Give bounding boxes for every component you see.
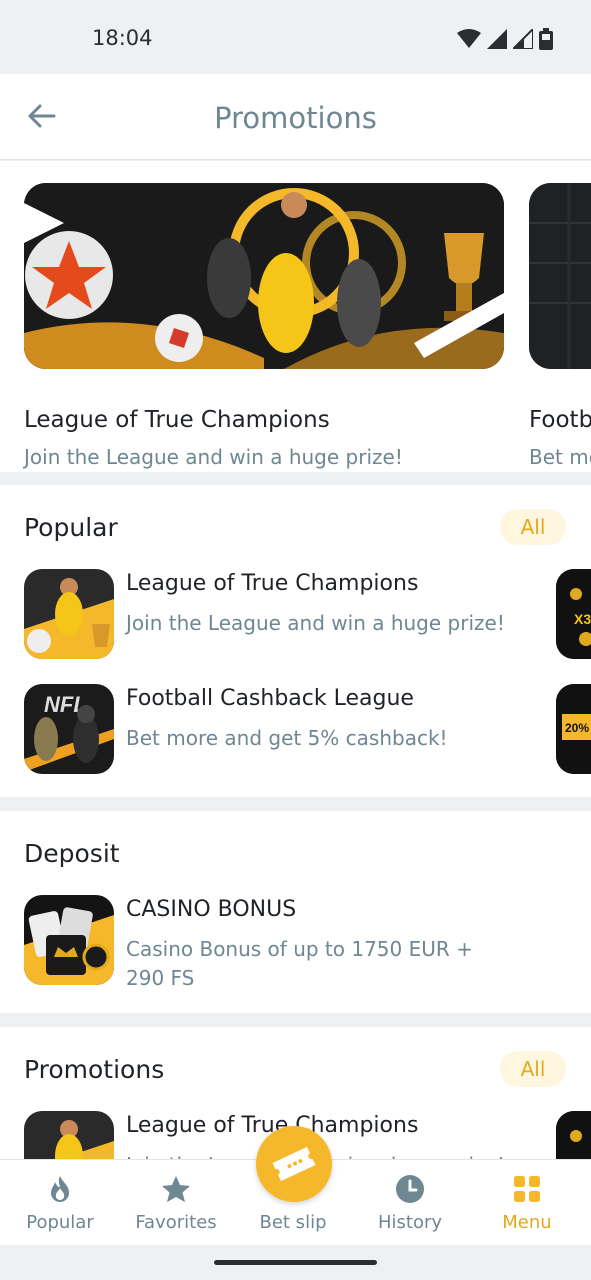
status-icons [457, 26, 553, 52]
banner-carousel[interactable]: League of True Champions Join the League… [0, 161, 591, 472]
list-item[interactable]: NFL Football Cashback League Bet more an… [24, 684, 591, 776]
content-scroll[interactable]: League of True Champions Join the League… [0, 161, 591, 1159]
app-header: Promotions [0, 74, 591, 160]
banner-card[interactable]: League of True Champions Join the League… [24, 183, 504, 469]
nav-label: Menu [502, 1212, 552, 1233]
banner-title: League of True Champions [24, 407, 330, 433]
promo-thumbnail: NFL [24, 684, 114, 774]
battery-icon [539, 28, 553, 50]
nav-menu[interactable]: Menu [472, 1160, 582, 1246]
nav-popular[interactable]: Popular [5, 1160, 115, 1246]
section-heading: Popular [24, 513, 118, 542]
nav-label: Favorites [135, 1212, 217, 1233]
page-title: Promotions [214, 101, 377, 135]
nav-history[interactable]: History [355, 1160, 465, 1246]
section-heading: Promotions [24, 1055, 165, 1084]
deposit-section: Deposit CASINO BONUS Casino Bonus of up … [0, 811, 591, 1013]
clock-icon [396, 1175, 424, 1203]
bet-slip-button[interactable] [256, 1126, 332, 1202]
wifi-icon [457, 29, 481, 48]
popular-section: Popular All League of True Champions Joi… [0, 485, 591, 797]
banner-image [529, 183, 591, 369]
promo-thumbnail-next[interactable] [556, 1111, 591, 1159]
x3-badge: X3 [574, 611, 591, 627]
list-item[interactable]: League of True Champions Join the League… [24, 569, 591, 661]
flame-icon [51, 1176, 69, 1202]
promo-thumbnail-next[interactable]: 20% BONUS [556, 684, 591, 774]
banner-subtitle: Bet mo [529, 445, 591, 469]
nav-favorites[interactable]: Favorites [121, 1160, 231, 1246]
banner-subtitle: Join the League and win a huge prize! [24, 445, 403, 469]
nav-label: History [377, 1212, 443, 1233]
promo-title: CASINO BONUS [126, 897, 297, 922]
list-item[interactable]: CASINO BONUS Casino Bonus of up to 1750 … [24, 895, 564, 990]
promo-thumbnail [24, 569, 114, 659]
bonus-badge: 20% BONUS [565, 721, 591, 735]
nav-label: Popular [26, 1212, 94, 1233]
promo-thumbnail-next[interactable]: X3 [556, 569, 591, 659]
promo-thumbnail [24, 895, 114, 985]
gesture-area [0, 1245, 591, 1280]
signal-icon-2 [513, 29, 533, 49]
grid-icon [514, 1176, 540, 1202]
signal-icon [487, 29, 507, 49]
banner-title: Footb [529, 407, 591, 433]
status-time: 18:04 [92, 26, 153, 50]
promo-thumbnail [24, 1111, 114, 1159]
promotions-all-button[interactable]: All [500, 1051, 566, 1087]
home-gesture-bar[interactable] [214, 1260, 377, 1265]
banner-card[interactable]: Footb Bet mo [529, 183, 591, 469]
promo-subtitle: Casino Bonus of up to 1750 EUR + 290 FS [126, 937, 473, 990]
status-bar: 18:04 [0, 0, 591, 74]
promo-title: Football Cashback League [126, 686, 414, 711]
banner-image [24, 183, 504, 369]
section-heading: Deposit [24, 839, 120, 868]
promo-subtitle: Join the League and win a huge prize! [126, 611, 505, 635]
promo-subtitle: Bet more and get 5% cashback! [126, 726, 448, 750]
ticket-icon [272, 1146, 316, 1182]
star-icon [162, 1176, 190, 1202]
promo-title: League of True Champions [126, 571, 419, 596]
bottom-nav: Popular Favorites Bet slip History Menu [0, 1126, 591, 1246]
popular-all-button[interactable]: All [500, 509, 566, 545]
nav-label: Bet slip [259, 1212, 327, 1233]
